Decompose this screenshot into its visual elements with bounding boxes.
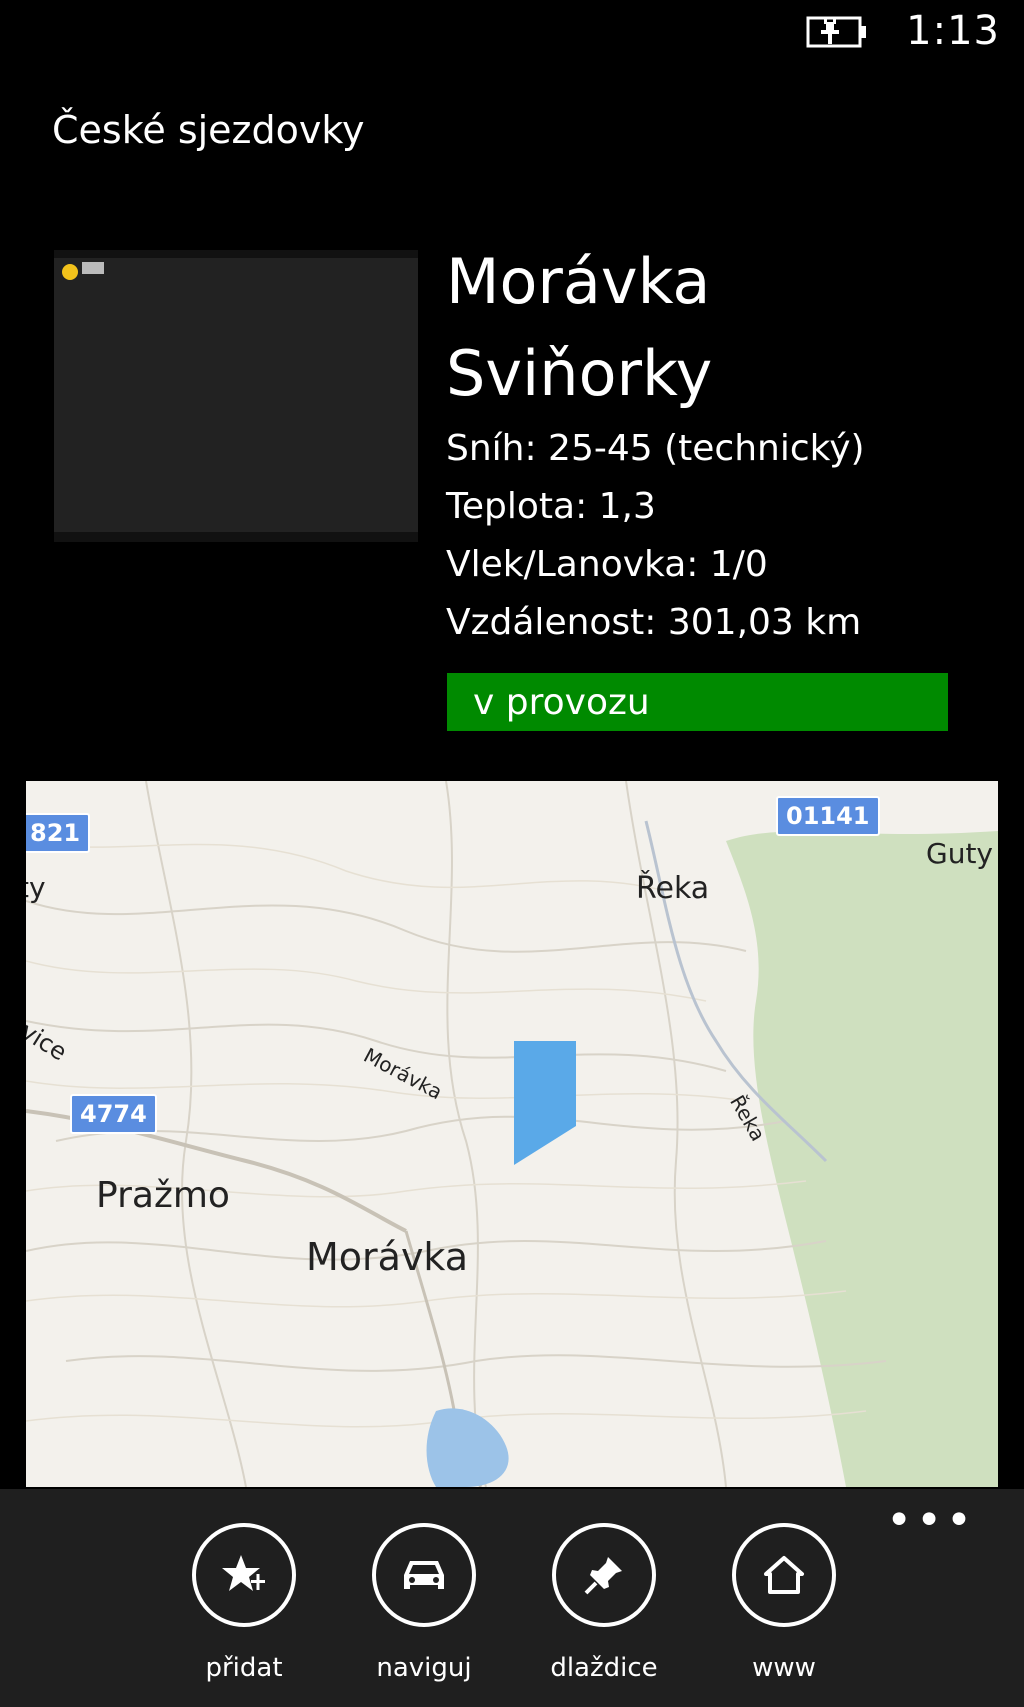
website-label: www [752, 1653, 816, 1683]
navigate-button[interactable]: naviguj [354, 1523, 494, 1683]
resort-name-line1: Morávka [446, 245, 711, 318]
map-view[interactable]: 821 01141 4774 Řeka Morávka Pražmo Moráv… [26, 781, 998, 1487]
map-place-label: Řeka [636, 871, 710, 906]
clock: 1:13 [906, 8, 1000, 54]
map-place-label: Pražmo [96, 1175, 230, 1216]
resort-details: Sníh: 25-45 (technický) Teplota: 1,3 Vle… [446, 420, 865, 652]
home-icon [732, 1523, 836, 1627]
car-icon [372, 1523, 476, 1627]
operation-status-label: v provozu [473, 682, 650, 723]
app-title: České sjezdovky [52, 108, 365, 152]
pin-tile-button[interactable]: dlaždice [534, 1523, 674, 1683]
lifts-info: Vlek/Lanovka: 1/0 [446, 544, 768, 585]
add-favorite-button[interactable]: přidat [174, 1523, 314, 1683]
road-badge: 4774 [70, 1094, 157, 1134]
more-options-button[interactable]: ••• [886, 1499, 976, 1543]
webcam-thumbnail[interactable] [54, 250, 418, 542]
road-badge: 01141 [776, 796, 880, 836]
pin-icon [552, 1523, 656, 1627]
resort-area-marker[interactable] [514, 1041, 576, 1165]
webcam-footer-strip [54, 532, 418, 542]
application-bar: ••• přidat naviguj dlaždice www [0, 1489, 1024, 1707]
map-place-label: Morávka [306, 1235, 469, 1279]
resort-name-line2: Sviňorky [446, 337, 713, 410]
pin-tile-label: dlaždice [550, 1653, 658, 1683]
star-add-icon [192, 1523, 296, 1627]
navigate-label: naviguj [376, 1653, 472, 1683]
status-bar: 1:13 [0, 0, 1024, 70]
battery-charging-icon [806, 16, 866, 48]
operation-status-badge: v provozu [447, 673, 948, 731]
resort-name: Morávka Sviňorky [446, 236, 712, 420]
map-place-label: ty [26, 871, 46, 904]
webcam-logo-icon [62, 264, 78, 280]
distance-info: Vzdálenost: 301,03 km [446, 602, 862, 643]
webcam-logo-text [82, 262, 104, 274]
website-button[interactable]: www [714, 1523, 854, 1683]
webcam-caption-strip [54, 250, 418, 258]
map-background [26, 781, 998, 1487]
snow-info: Sníh: 25-45 (technický) [446, 428, 865, 469]
temperature-info: Teplota: 1,3 [446, 486, 656, 527]
add-favorite-label: přidat [205, 1653, 283, 1683]
road-badge: 821 [26, 813, 91, 853]
map-place-label: Guty [926, 837, 993, 870]
